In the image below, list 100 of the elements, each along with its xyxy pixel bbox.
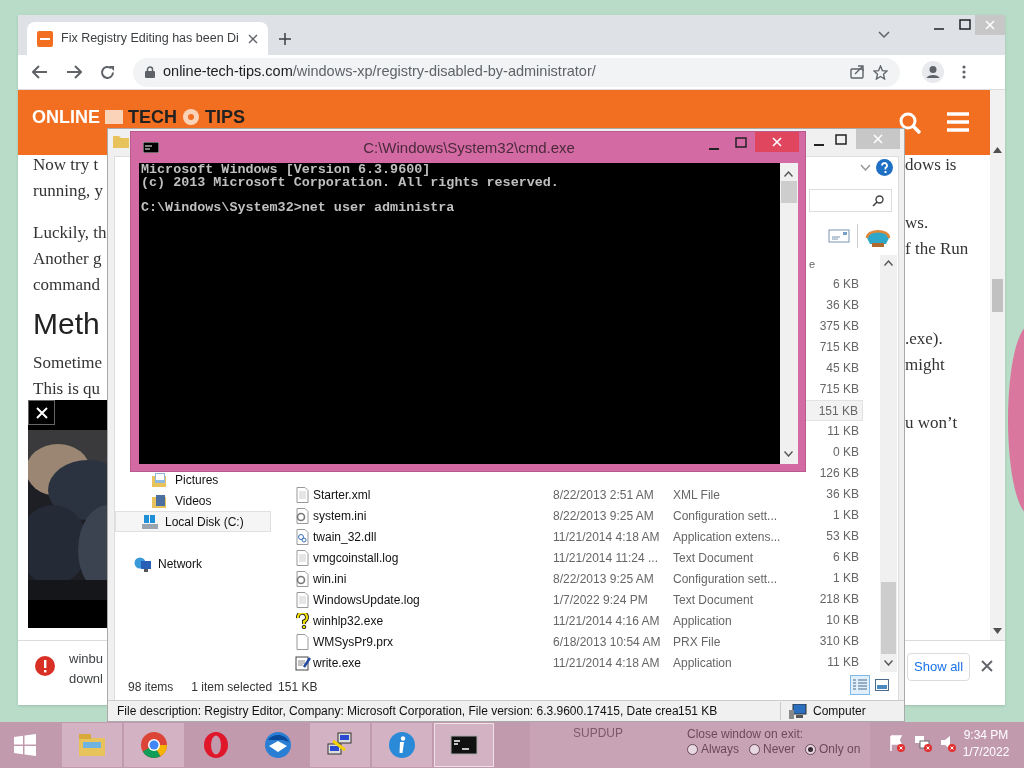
show-all-button[interactable]: Show all — [907, 653, 971, 681]
nav-item[interactable]: Network — [133, 553, 211, 574]
article-text: command — [33, 274, 102, 296]
article-text: Another g — [33, 248, 103, 270]
radio-option[interactable]: Never — [749, 740, 796, 758]
scrollbar[interactable] — [780, 163, 798, 464]
radio-option[interactable]: Always — [687, 740, 739, 758]
scrollbar-thumb[interactable] — [881, 582, 896, 654]
taskbar-button[interactable] — [434, 723, 494, 767]
file-description: File description: Registry Editor, Company: Microsoft Corporation, File version: 6.3.9600.17415, Date crea — [117, 703, 678, 720]
videos-folder-icon — [151, 492, 169, 509]
size-cell-text: 36 KB — [825, 297, 860, 314]
window-title: C:\Windows\System32\cmd.exe — [362, 138, 576, 158]
tab-title: Fix Registry Editing has been Di — [61, 30, 240, 48]
file-name[interactable]: win.ini — [313, 569, 553, 588]
pictures-folder-icon — [151, 471, 169, 488]
nav-item[interactable]: Local Disk (C:) — [115, 511, 271, 532]
type-cell-text: Application — [673, 654, 733, 672]
forward-icon[interactable] — [66, 65, 82, 79]
logo-text: TIPS — [205, 107, 246, 127]
menu-icon[interactable] — [947, 112, 969, 132]
size-cell-text: 6 KB — [832, 276, 860, 293]
size-cell-text: 11 KB — [826, 423, 860, 440]
size-cell-text: 1 KB — [832, 507, 860, 524]
console-line: (c) 2013 Microsoft Corporation. All rights reserved. — [141, 176, 560, 189]
type-cell-text: Text Document — [673, 591, 755, 609]
nav-item[interactable]: Videos — [150, 490, 221, 511]
close-button[interactable] — [28, 400, 55, 425]
file-icon — [295, 633, 311, 650]
flag-icon[interactable] — [888, 734, 906, 752]
file-name[interactable]: WMSysPr9.prx — [313, 632, 553, 651]
search-field[interactable] — [809, 189, 892, 212]
article-text: running, y — [33, 180, 104, 202]
type-cell-text: Configuration sett... — [673, 570, 779, 588]
text-file-icon — [295, 549, 311, 566]
network-icon — [134, 555, 152, 572]
scroll-down-icon[interactable] — [993, 628, 1002, 634]
search-icon[interactable] — [899, 112, 921, 134]
date-cell-text: 8/22/2013 9:25 AM — [553, 570, 655, 588]
file-name[interactable]: vmgcoinstall.log — [313, 548, 553, 567]
close-icon — [873, 134, 883, 144]
file-size: 151 KB — [678, 703, 719, 720]
bird-icon — [263, 730, 293, 760]
size-cell-text: 6 KB — [832, 549, 860, 566]
size-cell-text: 36 KB — [825, 486, 860, 503]
chevron-down-icon[interactable] — [878, 31, 890, 39]
close-icon[interactable] — [248, 33, 258, 44]
file-name[interactable]: WindowsUpdate.log — [313, 590, 553, 609]
menu-icon[interactable] — [962, 65, 966, 79]
article-text: ws. — [905, 212, 930, 234]
maximize-icon[interactable] — [835, 134, 847, 145]
drive-icon — [141, 513, 159, 530]
scroll-down-icon[interactable] — [884, 660, 893, 666]
option-label: SUPDUP — [573, 725, 623, 742]
close-icon — [985, 20, 995, 30]
file-name[interactable]: write.exe — [313, 653, 553, 672]
file-name[interactable]: twain_32.dll — [313, 527, 553, 546]
maximize-icon[interactable] — [959, 19, 971, 31]
scroll-up-icon[interactable] — [993, 147, 1002, 153]
lock-icon — [145, 66, 155, 78]
file-name[interactable]: winhlp32.exe — [313, 611, 553, 630]
folder-icon — [113, 134, 129, 148]
scroll-up-icon[interactable] — [884, 260, 893, 266]
speaker-icon[interactable] — [940, 734, 956, 752]
network-icon[interactable] — [914, 734, 932, 752]
column-header-text[interactable]: e — [809, 256, 816, 273]
date-cell-text: 1/7/2022 9:24 PM — [553, 591, 649, 609]
type-cell-text: Text Document — [673, 549, 755, 567]
size-cell-text: 310 KB — [818, 633, 860, 650]
article-text: f the Run — [905, 238, 969, 260]
scrollbar[interactable] — [880, 255, 897, 672]
selection-size: 151 KB — [278, 679, 318, 696]
article-text: might — [905, 354, 946, 376]
logo-mark-icon — [181, 107, 201, 127]
star-icon[interactable] — [873, 64, 888, 80]
browser-tab[interactable]: Fix Registry Editing has been Di — [27, 22, 268, 55]
reload-icon[interactable] — [100, 64, 115, 80]
scroll-down-icon[interactable] — [784, 451, 793, 457]
scrollbar-thumb[interactable] — [992, 279, 1003, 312]
article-heading: Meth — [33, 306, 101, 342]
new-tab-icon[interactable] — [279, 33, 291, 45]
date-cell-text: 8/22/2013 2:51 AM — [553, 486, 655, 504]
close-icon[interactable] — [981, 660, 993, 672]
scroll-up-icon[interactable] — [784, 171, 793, 177]
chevron-down-icon[interactable] — [860, 164, 871, 171]
address-bar[interactable]: online-tech-tips.com/windows-xp/registry-disabled-by-administrator/ — [133, 57, 900, 87]
file-name[interactable]: Starter.xml — [313, 485, 553, 504]
share-icon[interactable] — [850, 65, 865, 79]
nav-item[interactable]: Pictures — [150, 469, 228, 490]
location-text: Computer — [813, 703, 866, 720]
help-icon[interactable] — [876, 159, 893, 176]
radio-option[interactable]: Only on — [805, 740, 861, 758]
profile-icon[interactable] — [922, 61, 944, 83]
scrollbar[interactable] — [990, 90, 1005, 640]
file-name[interactable]: system.ini — [313, 506, 553, 525]
question-mark-icon — [295, 612, 311, 629]
back-icon[interactable] — [32, 65, 48, 79]
scrollbar-thumb[interactable] — [781, 181, 797, 203]
type-cell-text: PRX File — [673, 633, 722, 651]
date-cell-text: 6/18/2013 10:54 AM — [553, 633, 662, 651]
